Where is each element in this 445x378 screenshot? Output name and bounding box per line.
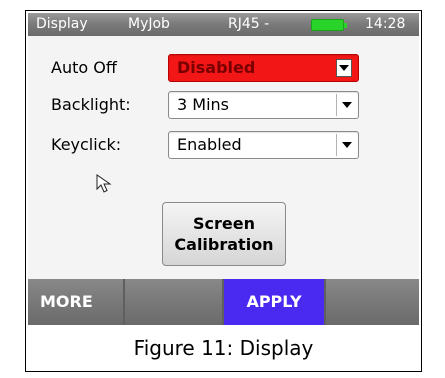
- backlight-label: Backlight:: [51, 95, 131, 114]
- auto-off-select[interactable]: Disabled: [168, 54, 359, 82]
- figure-frame: Display MyJob RJ45 - 14:28 Auto Off Disa…: [25, 10, 422, 372]
- calibration-line1: Screen: [193, 214, 255, 233]
- chevron-down-icon[interactable]: [336, 134, 356, 156]
- softkey-2[interactable]: [125, 279, 222, 325]
- clock-time: 14:28: [365, 16, 406, 32]
- screen-title: Display: [36, 16, 88, 32]
- auto-off-label: Auto Off: [51, 58, 117, 77]
- keyclick-label: Keyclick:: [51, 135, 122, 154]
- softkey-apply[interactable]: APPLY: [224, 279, 324, 325]
- figure-caption: Figure 11: Display: [133, 336, 314, 360]
- port-status: RJ45 -: [228, 16, 270, 32]
- device-screen: Display MyJob RJ45 - 14:28 Auto Off Disa…: [28, 13, 419, 325]
- softkey-4[interactable]: [326, 279, 419, 325]
- calibration-line2: Calibration: [174, 235, 274, 254]
- chevron-down-icon[interactable]: [336, 59, 352, 77]
- softkey-more[interactable]: MORE: [28, 279, 123, 325]
- screen-calibration-button[interactable]: Screen Calibration: [162, 202, 286, 266]
- battery-icon: [311, 19, 347, 31]
- softkey-bar: MORE APPLY: [28, 279, 419, 325]
- backlight-value: 3 Mins: [177, 95, 229, 114]
- keyclick-value: Enabled: [177, 135, 242, 154]
- keyclick-select[interactable]: Enabled: [168, 131, 359, 159]
- status-bar: Display MyJob RJ45 - 14:28: [28, 13, 419, 36]
- chevron-down-icon[interactable]: [336, 94, 356, 116]
- backlight-select[interactable]: 3 Mins: [168, 91, 359, 119]
- auto-off-value: Disabled: [177, 58, 256, 77]
- mouse-pointer-icon: [96, 174, 112, 193]
- job-name: MyJob: [128, 16, 170, 32]
